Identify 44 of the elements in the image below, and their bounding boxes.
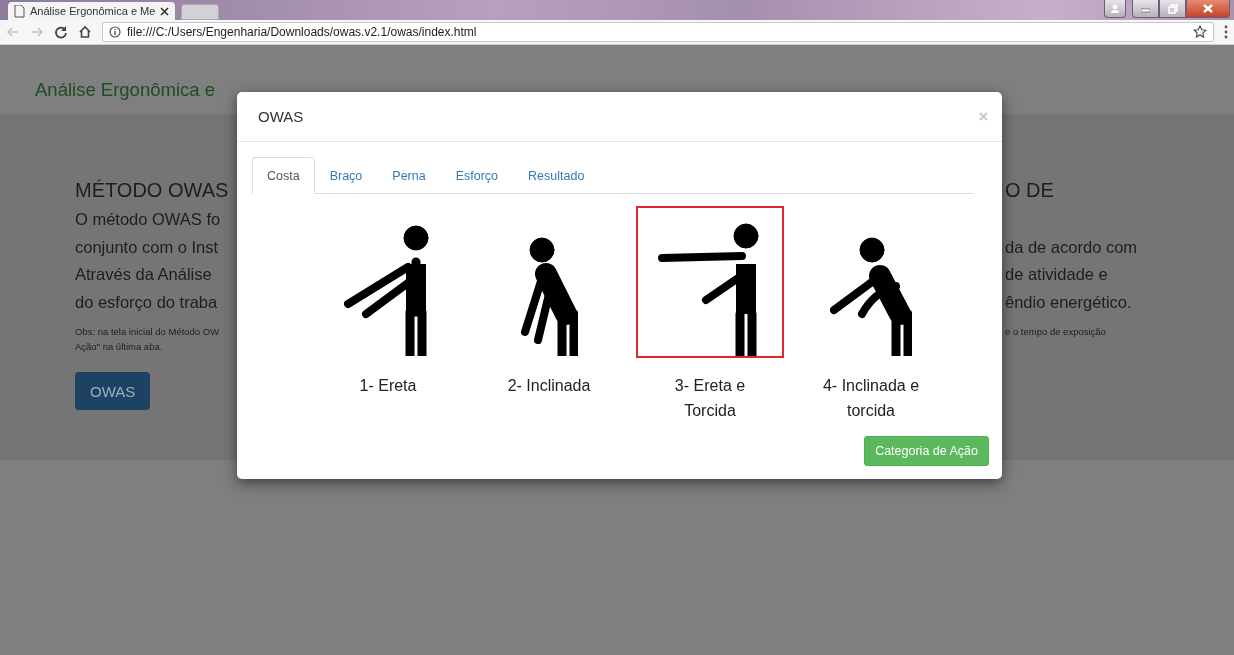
url-text: file:///C:/Users/Engenharia/Downloads/owas.v2.1/owas/index.html bbox=[127, 25, 478, 39]
posture-label: 3- Ereta e Torcida bbox=[673, 376, 747, 421]
home-icon[interactable] bbox=[78, 25, 92, 39]
window-close-button[interactable] bbox=[1186, 0, 1230, 18]
paragraph-line: O método OWAS fo bbox=[75, 209, 221, 230]
note-line: Obs: na tela inicial do Método OW bbox=[75, 325, 220, 340]
menu-icon[interactable] bbox=[1224, 25, 1228, 39]
paragraph-line: conjunto com o Inst bbox=[75, 236, 219, 258]
restore-icon bbox=[1167, 3, 1178, 14]
paragraph-line: Através da Análise bbox=[75, 264, 212, 286]
paragraph-line: de atividade e bbox=[1005, 264, 1108, 286]
star-icon[interactable] bbox=[1193, 25, 1207, 39]
posture-option[interactable] bbox=[636, 206, 784, 358]
tab-title: Análise Ergonômica e Me bbox=[30, 5, 156, 17]
tab[interactable]: Perna bbox=[377, 157, 441, 194]
page-icon bbox=[14, 4, 25, 18]
owas-button[interactable]: OWAS bbox=[75, 372, 151, 411]
tab[interactable]: Resultado bbox=[513, 157, 600, 194]
paragraph-line: da de acordo com bbox=[1005, 236, 1138, 258]
tab[interactable]: Costa bbox=[252, 157, 315, 194]
action-category-button[interactable]: Categoria de Ação bbox=[864, 436, 989, 466]
site-title: Análise Ergonômica e bbox=[35, 79, 215, 101]
minimize-button[interactable] bbox=[1132, 0, 1159, 18]
close-icon bbox=[1203, 4, 1213, 13]
section-heading: O DE bbox=[1005, 178, 1054, 203]
note-line: e o tempo de exposição bbox=[1005, 325, 1106, 340]
tab[interactable]: Esforço bbox=[440, 157, 514, 194]
reload-icon[interactable] bbox=[54, 25, 68, 39]
note-line: Ação" na última aba. bbox=[75, 340, 163, 355]
maximize-button[interactable] bbox=[1159, 0, 1186, 18]
browser-tab[interactable]: Análise Ergonômica e Me bbox=[8, 2, 176, 20]
posture-label: 4- Inclinada e torcida bbox=[821, 376, 921, 421]
posture-label: 1- Ereta bbox=[359, 376, 417, 396]
profile-button[interactable] bbox=[1104, 0, 1126, 18]
posture-label: 2- Inclinada bbox=[507, 376, 591, 396]
tab[interactable]: Braço bbox=[314, 157, 378, 194]
paragraph-line: êndio energético. bbox=[1005, 291, 1132, 313]
section-heading: MÉTODO OWAS bbox=[75, 178, 229, 203]
modal-title: OWAS bbox=[258, 108, 304, 125]
paragraph-line: do esforço do traba bbox=[75, 291, 218, 313]
address-bar[interactable]: file:///C:/Users/Engenharia/Downloads/owas.v2.1/owas/index.html bbox=[102, 22, 1214, 42]
close-icon[interactable] bbox=[160, 6, 170, 16]
person-icon bbox=[1110, 3, 1120, 14]
info-icon[interactable] bbox=[109, 26, 121, 38]
